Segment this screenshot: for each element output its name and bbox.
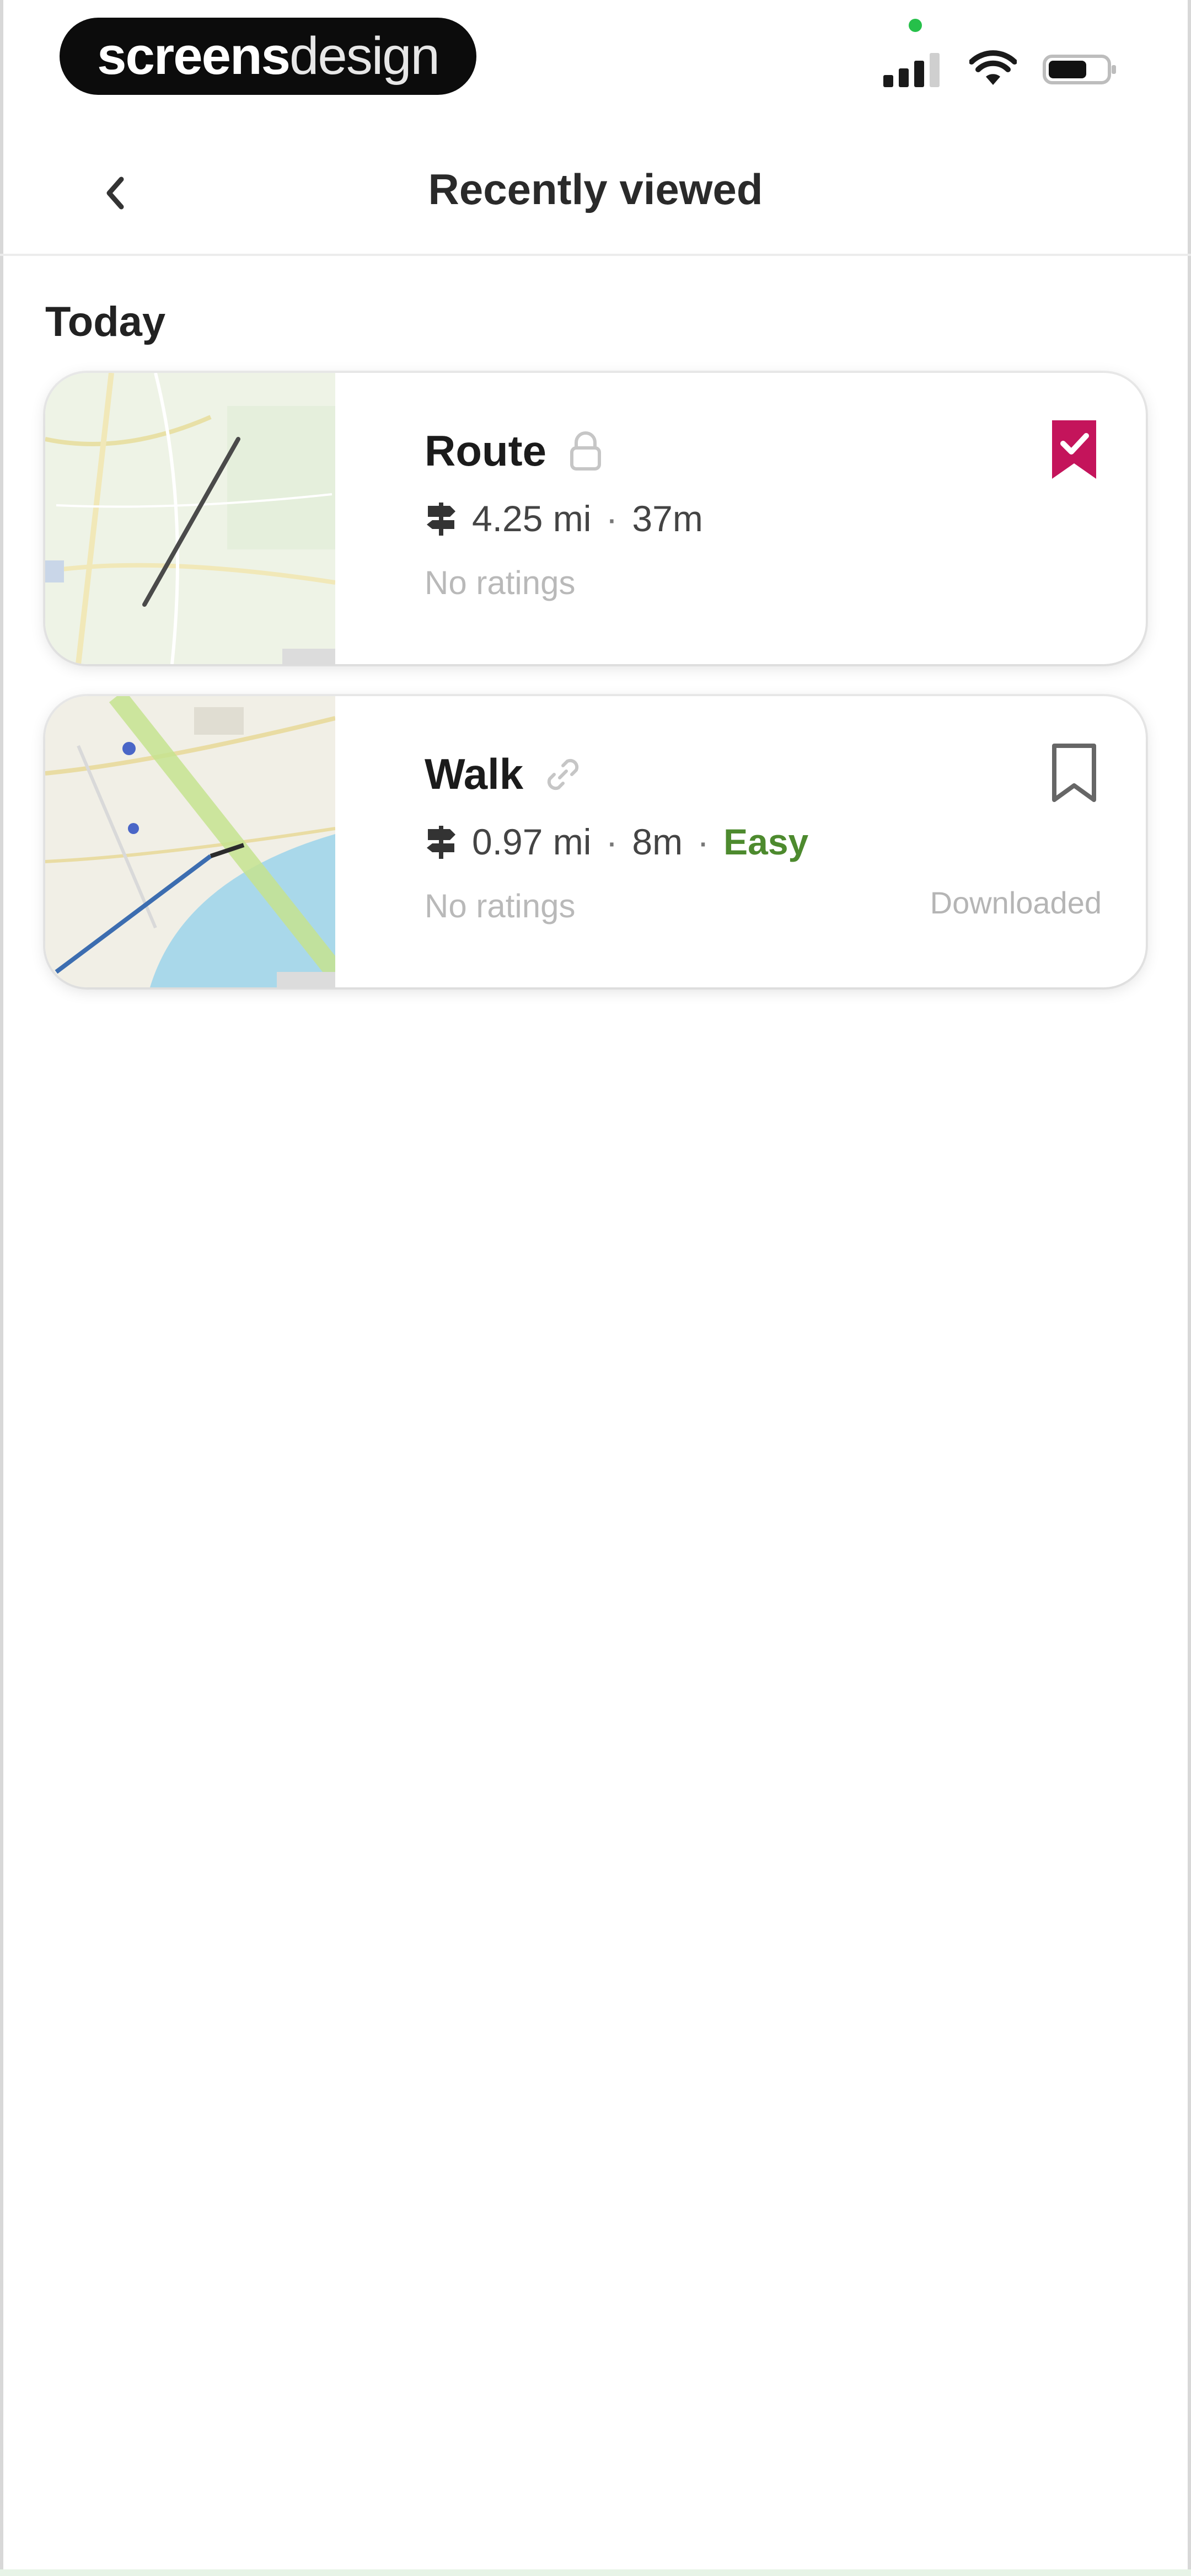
section-heading-today: Today (45, 298, 166, 345)
wifi-icon (969, 50, 1017, 85)
brand-logo-light: design (289, 26, 440, 85)
walk-title-row: Walk (425, 749, 583, 799)
walk-difficulty: Easy (723, 821, 809, 862)
walk-map-thumbnail (45, 696, 335, 987)
meta-separator: · (605, 821, 618, 862)
route-meta-row: 4.25 mi · 37m (425, 498, 703, 539)
meta-separator: · (605, 498, 618, 539)
walk-card-info: Walk 0.97 mi · 8m · Easy No ratings Down… (378, 696, 1146, 987)
route-distance: 4.25 mi (472, 498, 592, 539)
route-duration: 37m (632, 498, 703, 539)
page-title: Recently viewed (428, 165, 763, 213)
status-icons (883, 39, 1119, 99)
bookmark-outline-icon[interactable] (1047, 740, 1102, 806)
brand-logo-bold: screens (97, 26, 291, 85)
signpost-icon (427, 826, 455, 859)
walk-duration: 8m (632, 821, 683, 862)
cellular-signal-icon (883, 53, 940, 87)
bookmark-filled-icon[interactable] (1047, 417, 1102, 483)
walk-title: Walk (425, 750, 524, 798)
walk-card[interactable]: Walk 0.97 mi · 8m · Easy No ratings Down… (45, 696, 1146, 987)
route-card[interactable]: Route 4.25 mi · 37m No ratings (45, 373, 1146, 664)
status-bar: screens design (0, 0, 1191, 121)
top-navigation-bar: Recently viewed (0, 132, 1191, 256)
downloaded-status: Downloaded (930, 885, 1102, 920)
battery-icon (1043, 55, 1116, 84)
lock-icon (570, 431, 601, 471)
privacy-indicator-dot (909, 19, 922, 32)
route-rating: No ratings (425, 564, 576, 601)
walk-meta-row: 0.97 mi · 8m · Easy (425, 821, 808, 863)
link-icon (548, 758, 579, 790)
bottom-edge (0, 2569, 1191, 2576)
brand-logo: screens design (60, 18, 476, 95)
walk-rating: No ratings (425, 888, 576, 924)
route-map-thumbnail (45, 373, 335, 664)
meta-separator: · (697, 821, 710, 862)
walk-distance: 0.97 mi (472, 821, 592, 862)
route-card-info: Route 4.25 mi · 37m No ratings (378, 373, 1146, 664)
signpost-icon (427, 503, 455, 536)
route-title-row: Route (425, 426, 605, 476)
route-title: Route (425, 426, 546, 475)
